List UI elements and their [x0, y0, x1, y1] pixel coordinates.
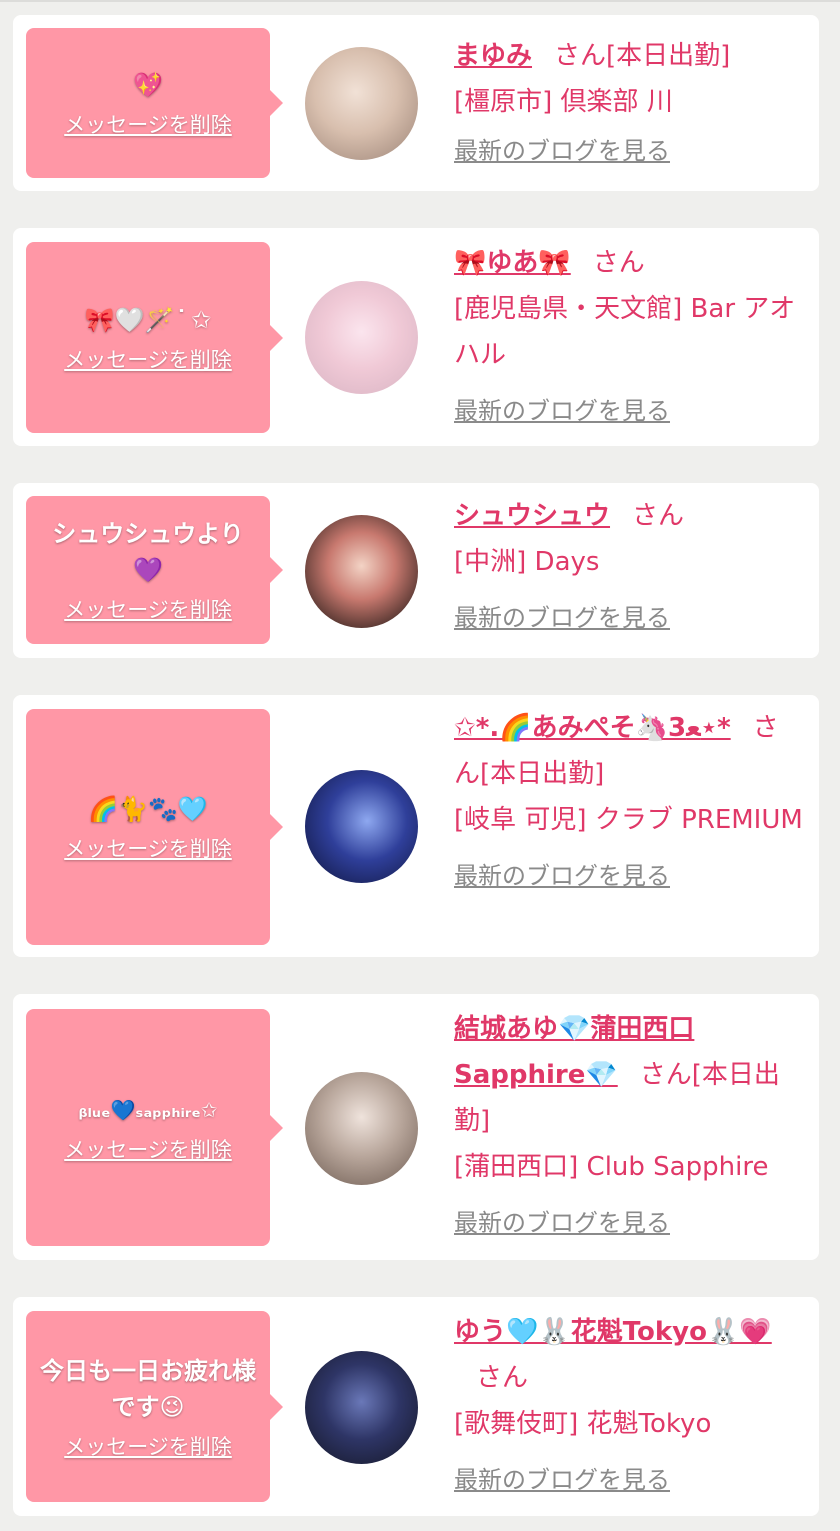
- honorific: さん: [632, 501, 685, 531]
- message-text: 🎀🤍🪄 ͘ ✩: [84, 305, 212, 334]
- avatar[interactable]: [305, 47, 418, 160]
- latest-blog-link[interactable]: 最新のブログを見る: [454, 853, 804, 899]
- cast-name-link[interactable]: シュウシュウ: [454, 501, 610, 531]
- message-card: ᵦₗᵤₑ💙ₛₐₚₚₕᵢᵣₑ✩ メッセージを削除 結城あゆ💎蒲田西口Sapphir…: [13, 994, 819, 1260]
- cast-info: ゆう🩵🐰花魁Tokyo🐰💗 さん [歌舞伎町] 花魁Tokyo 最新のブログを見る: [454, 1309, 804, 1503]
- shop-location: [中洲] Days: [454, 547, 600, 577]
- delete-message-link[interactable]: メッセージを削除: [64, 833, 232, 863]
- avatar[interactable]: [305, 1351, 418, 1464]
- shop-location: [鹿児島県・天文館] Bar アオハル: [454, 294, 796, 370]
- cast-name-link[interactable]: ✩*.🌈あみぺそ🦄ﻌ3⋆*: [454, 713, 731, 743]
- shop-location: [橿原市] 倶楽部 川: [454, 87, 673, 117]
- message-bubble: 💖 メッセージを削除: [26, 28, 283, 178]
- message-bubble: 🌈🐈🐾🩵 メッセージを削除: [26, 709, 283, 945]
- top-divider: [0, 0, 840, 2]
- avatar[interactable]: [305, 1072, 418, 1185]
- status-label: [本日出勤]: [606, 41, 731, 71]
- delete-message-link[interactable]: メッセージを削除: [64, 1134, 232, 1164]
- status-label: [本日出勤]: [480, 759, 605, 789]
- message-text: シュウシュウより💜: [52, 520, 244, 584]
- shop-location: [蒲田西口] Club Sapphire: [454, 1152, 769, 1182]
- avatar[interactable]: [305, 770, 418, 883]
- avatar[interactable]: [305, 281, 418, 394]
- message-card: 今日も一日お疲れ様です😉 メッセージを削除 ゆう🩵🐰花魁Tokyo🐰💗 さん [歌…: [13, 1297, 819, 1516]
- cast-info: 🎀ゆあ🎀 さん [鹿児島県・天文館] Bar アオハル 最新のブログを見る: [454, 240, 804, 434]
- cast-info: ✩*.🌈あみぺそ🦄ﻌ3⋆* さん[本日出勤] [岐阜 可児] クラブ PREMIU…: [454, 705, 804, 899]
- avatar[interactable]: [305, 515, 418, 628]
- latest-blog-link[interactable]: 最新のブログを見る: [454, 1457, 804, 1503]
- message-card: 🌈🐈🐾🩵 メッセージを削除 ✩*.🌈あみぺそ🦄ﻌ3⋆* さん[本日出勤] [岐阜 …: [13, 695, 819, 957]
- cast-info: 結城あゆ💎蒲田西口Sapphire💎 さん[本日出勤] [蒲田西口] Club S…: [454, 1006, 804, 1246]
- message-text: 今日も一日お疲れ様です😉: [40, 1356, 256, 1421]
- latest-blog-link[interactable]: 最新のブログを見る: [454, 125, 804, 177]
- shop-location: [歌舞伎町] 花魁Tokyo: [454, 1409, 712, 1439]
- cast-name-link[interactable]: 🎀ゆあ🎀: [454, 248, 571, 278]
- message-bubble: シュウシュウより💜 メッセージを削除: [26, 496, 283, 644]
- message-text: ᵦₗᵤₑ💙ₛₐₚₚₕᵢᵣₑ✩: [78, 1097, 218, 1122]
- cast-name-link[interactable]: まゆみ: [454, 41, 532, 71]
- latest-blog-link[interactable]: 最新のブログを見る: [454, 388, 804, 434]
- message-bubble: 今日も一日お疲れ様です😉 メッセージを削除: [26, 1311, 283, 1502]
- message-card: シュウシュウより💜 メッセージを削除 シュウシュウ さん [中洲] Days 最新…: [13, 483, 819, 658]
- honorific: さん: [639, 1060, 692, 1090]
- latest-blog-link[interactable]: 最新のブログを見る: [454, 1200, 804, 1246]
- delete-message-link[interactable]: メッセージを削除: [64, 109, 232, 139]
- cast-name-link[interactable]: ゆう🩵🐰花魁Tokyo🐰💗: [454, 1317, 772, 1347]
- delete-message-link[interactable]: メッセージを削除: [64, 594, 232, 624]
- message-bubble: ᵦₗᵤₑ💙ₛₐₚₚₕᵢᵣₑ✩ メッセージを削除: [26, 1009, 283, 1246]
- message-card: 🎀🤍🪄 ͘ ✩ メッセージを削除 🎀ゆあ🎀 さん [鹿児島県・天文館] Bar ア…: [13, 228, 819, 446]
- honorific: さん: [476, 1363, 529, 1393]
- message-text: 💖: [133, 71, 163, 99]
- delete-message-link[interactable]: メッセージを削除: [64, 344, 232, 374]
- latest-blog-link[interactable]: 最新のブログを見る: [454, 595, 804, 641]
- honorific: さん: [592, 248, 645, 278]
- delete-message-link[interactable]: メッセージを削除: [64, 1431, 232, 1461]
- shop-location: [岐阜 可児] クラブ PREMIUM: [454, 805, 803, 835]
- message-card: 💖 メッセージを削除 まゆみ さん[本日出勤] [橿原市] 倶楽部 川 最新のブロ…: [13, 15, 819, 191]
- message-text: 🌈🐈🐾🩵: [88, 795, 208, 823]
- message-bubble: 🎀🤍🪄 ͘ ✩ メッセージを削除: [26, 242, 283, 433]
- honorific: さん: [554, 41, 607, 71]
- cast-info: まゆみ さん[本日出勤] [橿原市] 倶楽部 川 最新のブログを見る: [454, 33, 804, 177]
- cast-info: シュウシュウ さん [中洲] Days 最新のブログを見る: [454, 493, 804, 641]
